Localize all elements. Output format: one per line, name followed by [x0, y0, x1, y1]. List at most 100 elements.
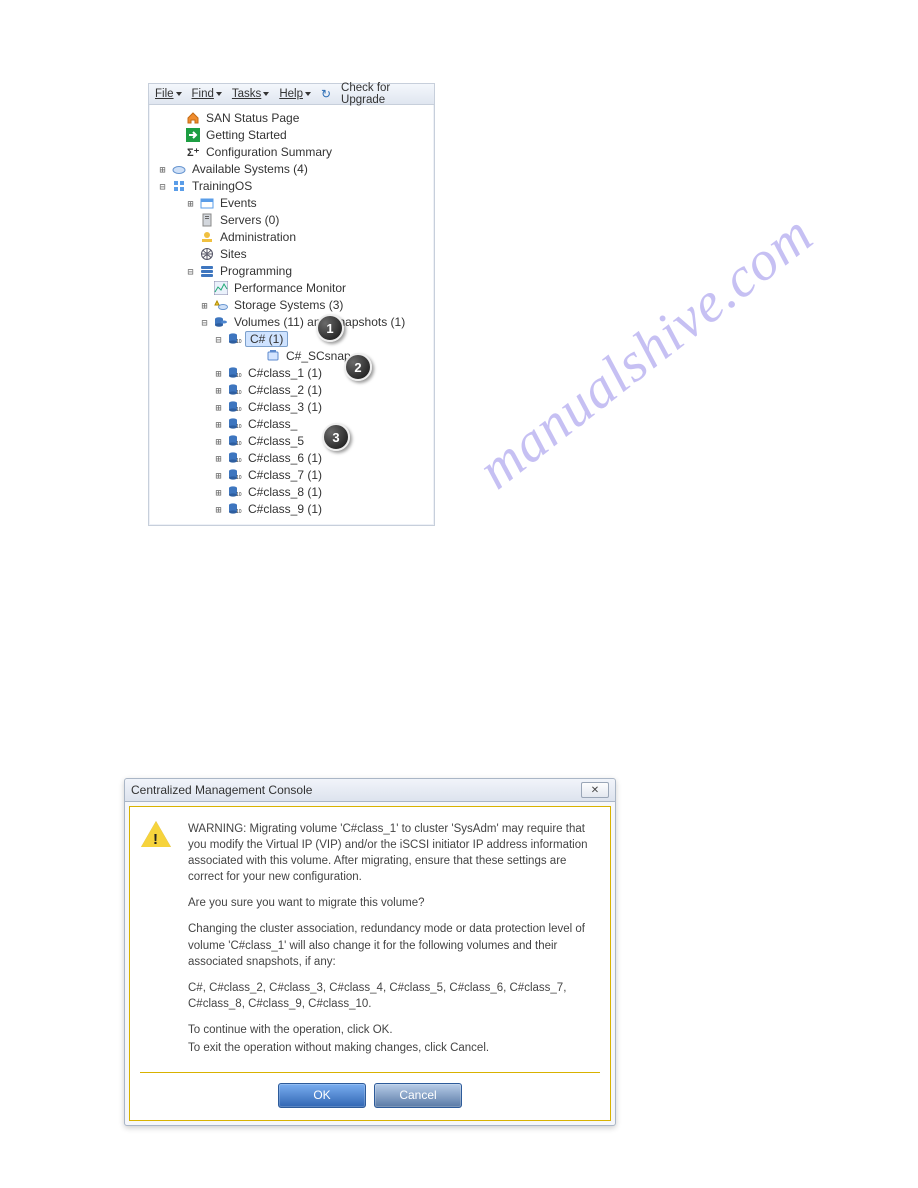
tree-item-trainingos[interactable]: TrainingOS — [151, 177, 434, 194]
clouds-icon — [171, 162, 186, 176]
menu-file-label: File — [155, 88, 174, 100]
expand-icon[interactable] — [213, 485, 224, 499]
tree-item-storage-systems[interactable]: Storage Systems (3) — [151, 296, 434, 313]
tree-label: Available Systems (4) — [189, 161, 311, 177]
svg-text:10: 10 — [236, 424, 242, 430]
calendar-icon — [199, 196, 214, 210]
dialog-text-changing: Changing the cluster association, redund… — [188, 921, 600, 969]
tree-item-scsnap[interactable]: C#_SCsnap — [151, 347, 434, 364]
tree-item-config-summary[interactable]: Σ⁺Configuration Summary — [151, 143, 434, 160]
dialog-text-continue: To continue with the operation, click OK… — [188, 1022, 600, 1038]
tree-item-servers[interactable]: Servers (0) — [151, 211, 434, 228]
menu-tasks[interactable]: Tasks — [232, 88, 269, 100]
tree-label: C#class_5 — [245, 433, 307, 449]
dialog-titlebar: Centralized Management Console ✕ — [125, 779, 615, 802]
home-icon — [185, 111, 200, 125]
tree-item-class4[interactable]: 10C#class_ — [151, 415, 434, 432]
globe-icon — [199, 247, 214, 261]
tree-label: Programming — [217, 263, 295, 279]
tree-label: Performance Monitor — [231, 280, 349, 296]
check-for-upgrade-link[interactable]: Check for Upgrade — [341, 82, 428, 106]
tree-label: TrainingOS — [189, 178, 255, 194]
tree-item-class7[interactable]: 10C#class_7 (1) — [151, 466, 434, 483]
svg-text:10: 10 — [236, 373, 242, 379]
tree-item-volumes-snapshots[interactable]: Volumes (11) and Snapshots (1) — [151, 313, 434, 330]
expand-icon[interactable] — [199, 298, 210, 312]
expand-icon[interactable] — [213, 417, 224, 431]
tree-label: SAN Status Page — [203, 110, 302, 126]
expand-icon[interactable] — [213, 451, 224, 465]
collapse-icon[interactable] — [157, 179, 168, 193]
tree-item-class5[interactable]: 10C#class_5 — [151, 432, 434, 449]
dialog-text-warning: WARNING: Migrating volume 'C#class_1' to… — [188, 821, 600, 885]
expand-icon[interactable] — [213, 434, 224, 448]
volume-icon: 10 — [227, 502, 242, 516]
menu-help[interactable]: Help — [279, 88, 311, 100]
collapse-icon[interactable] — [213, 332, 224, 346]
tree-label: C# (1) — [245, 331, 288, 347]
menu-tasks-label: Tasks — [232, 88, 261, 100]
chevron-down-icon — [216, 92, 222, 96]
arrow-right-icon — [185, 128, 200, 142]
tree-item-san-status[interactable]: SAN Status Page — [151, 109, 434, 126]
tree-item-events[interactable]: Events — [151, 194, 434, 211]
dialog-body: WARNING: Migrating volume 'C#class_1' to… — [129, 806, 611, 1121]
cmc-tree-window: File Find Tasks Help Check for Upgrade S… — [148, 83, 435, 526]
dialog-text-confirm: Are you sure you want to migrate this vo… — [188, 895, 600, 911]
expand-icon[interactable] — [213, 383, 224, 397]
tree-label: Getting Started — [203, 127, 290, 143]
expand-icon[interactable] — [185, 196, 196, 210]
tree-item-class8[interactable]: 10C#class_8 (1) — [151, 483, 434, 500]
tree-label: Storage Systems (3) — [231, 297, 346, 313]
tree-label: C#class_ — [245, 416, 300, 432]
volume-icon: 10 — [227, 332, 242, 346]
close-button[interactable]: ✕ — [581, 782, 609, 798]
expand-icon[interactable] — [213, 468, 224, 482]
ok-button[interactable]: OK — [278, 1083, 366, 1108]
tree-item-class1[interactable]: 10C#class_1 (1) — [151, 364, 434, 381]
cluster-icon — [171, 179, 186, 193]
svg-text:10: 10 — [236, 492, 242, 498]
watermark-text: manualshive.com — [466, 202, 825, 502]
volume-icon: 10 — [227, 468, 242, 482]
callout-bullet-3: 3 — [322, 423, 350, 451]
warning-icon — [140, 821, 172, 851]
svg-text:10: 10 — [236, 475, 242, 481]
chevron-down-icon — [176, 92, 182, 96]
tree-item-class3[interactable]: 10C#class_3 (1) — [151, 398, 434, 415]
tree-item-sites[interactable]: Sites — [151, 245, 434, 262]
svg-text:10: 10 — [236, 407, 242, 413]
cancel-button[interactable]: Cancel — [374, 1083, 462, 1108]
navigation-tree: SAN Status Page Getting Started Σ⁺Config… — [149, 105, 434, 525]
svg-text:10: 10 — [236, 458, 242, 464]
svg-text:10: 10 — [236, 509, 242, 515]
tree-item-class6[interactable]: 10C#class_6 (1) — [151, 449, 434, 466]
tree-label: C#class_2 (1) — [245, 382, 325, 398]
collapse-icon[interactable] — [199, 315, 210, 329]
tree-label: Events — [217, 195, 260, 211]
tree-item-perf-monitor[interactable]: Performance Monitor — [151, 279, 434, 296]
callout-bullet-2: 2 — [344, 353, 372, 381]
tree-item-programming[interactable]: Programming — [151, 262, 434, 279]
expand-icon[interactable] — [157, 162, 168, 176]
refresh-icon[interactable] — [321, 87, 331, 101]
tree-label: C#class_8 (1) — [245, 484, 325, 500]
menu-file[interactable]: File — [155, 88, 182, 100]
expand-icon[interactable] — [213, 366, 224, 380]
volume-icon: 10 — [227, 383, 242, 397]
chevron-down-icon — [263, 92, 269, 96]
dialog-title: Centralized Management Console — [131, 783, 312, 797]
tree-item-class2[interactable]: 10C#class_2 (1) — [151, 381, 434, 398]
tree-item-available-systems[interactable]: Available Systems (4) — [151, 160, 434, 177]
menu-find[interactable]: Find — [192, 88, 222, 100]
svg-text:Σ⁺: Σ⁺ — [187, 147, 200, 159]
collapse-icon[interactable] — [185, 264, 196, 278]
tree-item-administration[interactable]: Administration — [151, 228, 434, 245]
tree-item-class9[interactable]: 10C#class_9 (1) — [151, 500, 434, 517]
tree-item-getting-started[interactable]: Getting Started — [151, 126, 434, 143]
tree-label: Sites — [217, 246, 250, 262]
expand-icon[interactable] — [213, 400, 224, 414]
expand-icon[interactable] — [213, 502, 224, 516]
tree-label: Administration — [217, 229, 299, 245]
tree-item-csharp[interactable]: 10C# (1) — [151, 330, 434, 347]
